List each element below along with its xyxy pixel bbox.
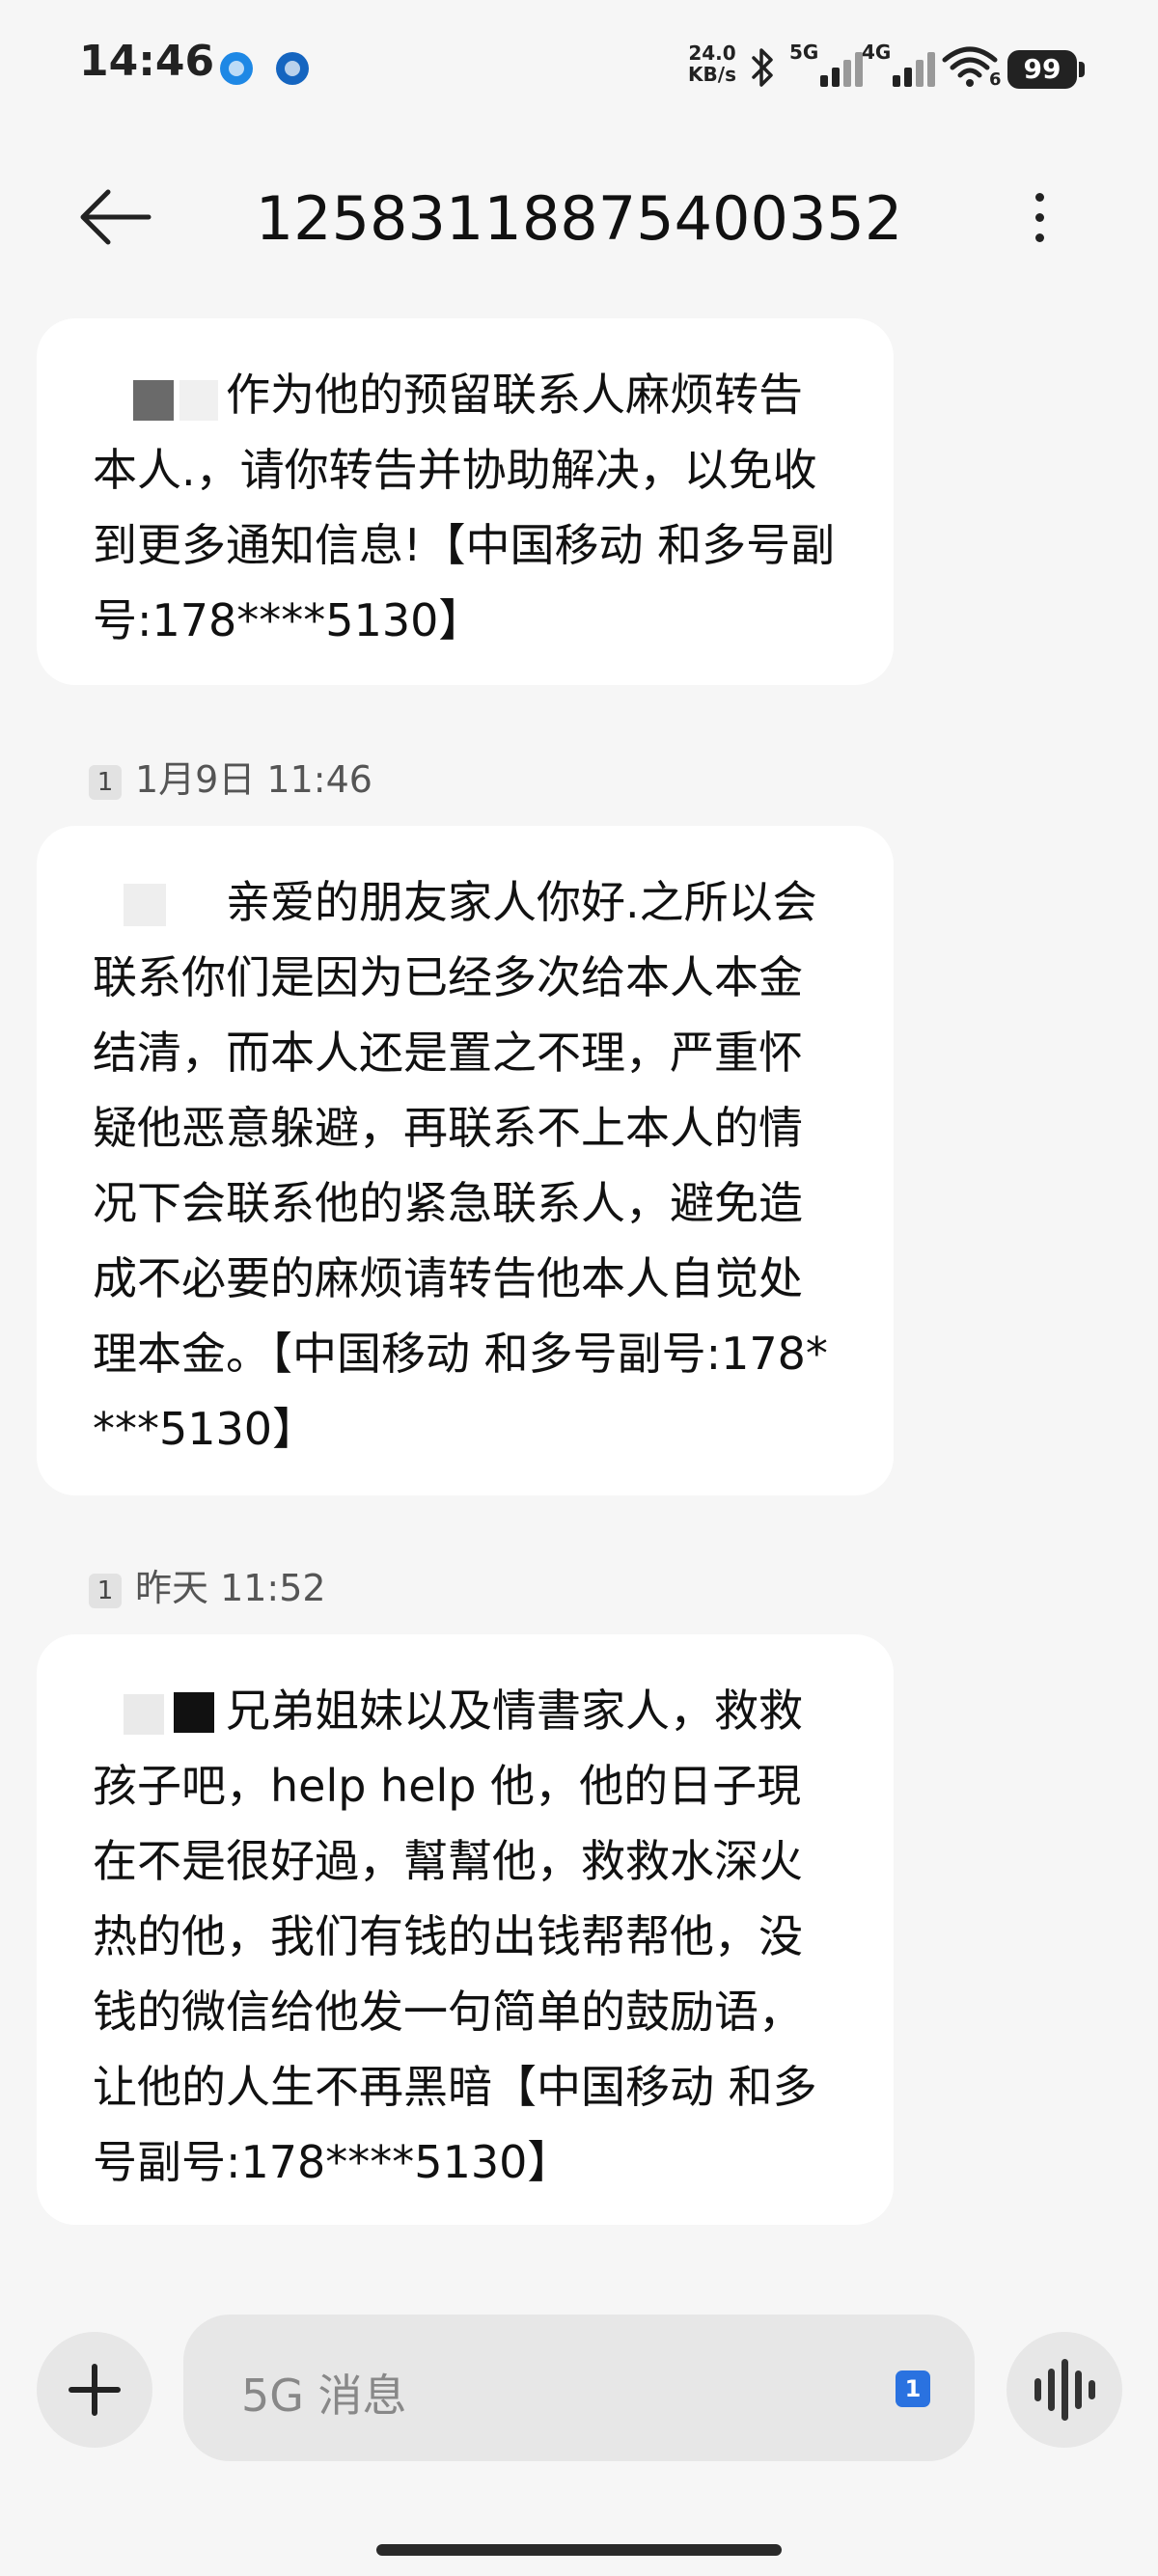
wifi-icon: 6: [941, 44, 1002, 90]
message-bubble[interactable]: 兄弟姐妹以及情書家人，救救孩子吧，help help 他，他的日子現在不是很好過…: [37, 1634, 894, 2225]
more-vertical-icon: [1035, 193, 1044, 202]
network-speed-value: 24.0: [688, 41, 736, 65]
more-vertical-icon-dot: [1035, 213, 1044, 222]
signal-4g-icon: 4G: [862, 41, 939, 91]
message-text-content: 兄弟姐妹以及情書家人，救救孩子吧，help help 他，他的日子現在不是很好過…: [93, 1685, 817, 2188]
more-options-button[interactable]: [1013, 183, 1065, 251]
message-text-content: 亲爱的朋友家人你好.之所以会联系你们是因为已经多次给本人本金结清，而本人还是置之…: [93, 876, 828, 1455]
voice-input-button[interactable]: [1006, 2332, 1122, 2448]
back-button[interactable]: [77, 183, 154, 251]
message-text: 兄弟姐妹以及情書家人，救救孩子吧，help help 他，他的日子現在不是很好過…: [93, 1673, 841, 2200]
message-timestamp: 1 昨天 11:52: [89, 1567, 326, 1609]
signal-5g-icon: 5G: [789, 41, 867, 91]
timestamp-text: 昨天 11:52: [135, 1567, 326, 1609]
status-time: 14:46: [79, 37, 215, 86]
voice-wave-icon: [1006, 2332, 1122, 2448]
sim-badge: 1: [89, 764, 122, 800]
arrow-left-icon: [80, 189, 152, 245]
notification-app-icon-2: [276, 52, 309, 85]
message-composer: 5G 消息 1: [0, 2311, 1158, 2465]
message-text: 作为他的预留联系人麻烦转告本人.，请你转告并协助解决，以免收到更多通知信息!【中…: [93, 357, 841, 658]
more-vertical-icon-dot: [1035, 233, 1044, 242]
message-timestamp: 1 1月9日 11:46: [89, 758, 372, 801]
signal-5g-label: 5G: [789, 41, 819, 64]
sim-badge: 1: [89, 1573, 122, 1608]
redacted-area: [93, 883, 218, 928]
redacted-area: [93, 1691, 218, 1737]
page-title: 12583118875400352: [255, 183, 903, 254]
add-attachment-button[interactable]: [37, 2332, 152, 2448]
signal-4g-label: 4G: [862, 41, 892, 64]
sim-selector-button[interactable]: 1: [896, 2370, 930, 2407]
redacted-area: [93, 376, 218, 421]
plus-icon: [69, 2364, 121, 2416]
notification-app-icon: [220, 52, 253, 85]
timestamp-text: 1月9日 11:46: [135, 758, 372, 801]
message-input-placeholder: 5G 消息: [241, 2370, 407, 2422]
message-text: 亲爱的朋友家人你好.之所以会联系你们是因为已经多次给本人本金结清，而本人还是置之…: [93, 864, 841, 1466]
message-bubble[interactable]: 作为他的预留联系人麻烦转告本人.，请你转告并协助解决，以免收到更多通知信息!【中…: [37, 318, 894, 685]
wifi-sub-label: 6: [989, 69, 1002, 90]
home-indicator[interactable]: [376, 2544, 782, 2556]
message-input[interactable]: 5G 消息 1: [183, 2315, 975, 2461]
bluetooth-icon: [748, 44, 779, 100]
battery-indicator: 99: [1007, 50, 1085, 89]
network-speed-unit: KB/s: [688, 63, 736, 86]
status-bar: 14:46 24.0 KB/s 5G 4G 6 99: [0, 0, 1158, 135]
network-speed: 24.0 KB/s: [681, 42, 743, 85]
message-bubble[interactable]: 亲爱的朋友家人你好.之所以会联系你们是因为已经多次给本人本金结清，而本人还是置之…: [37, 826, 894, 1495]
conversation-header: 12583118875400352: [0, 154, 1158, 280]
